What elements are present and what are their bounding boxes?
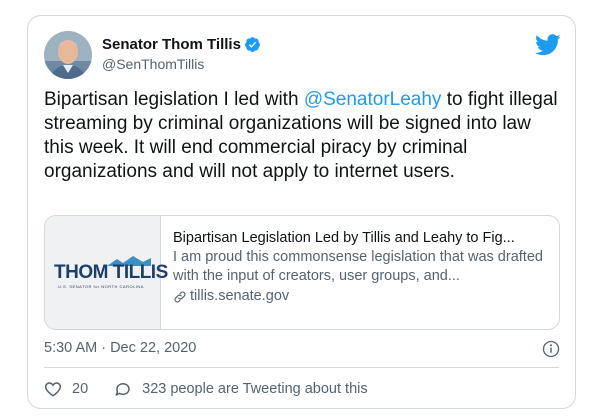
author-handle[interactable]: @SenThomTillis [102, 56, 204, 72]
tweet-timestamp[interactable]: 5:30 AM · Dec 22, 2020 [44, 340, 196, 356]
link-domain-text: tillis.senate.gov [190, 288, 290, 304]
link-preview-card[interactable]: THOM TILLIS U.S. SENATOR for NORTH CAROL… [44, 215, 560, 330]
divider [44, 367, 559, 368]
link-thumbnail: THOM TILLIS U.S. SENATOR for NORTH CAROL… [45, 216, 168, 329]
avatar[interactable] [44, 31, 92, 79]
link-description: I am proud this commonsense legislation … [173, 249, 543, 284]
tweet-card[interactable]: Senator Thom Tillis @SenThomTillis Bipar… [27, 15, 576, 409]
tweeting-about-text: 323 people are Tweeting about this [142, 381, 368, 397]
link-title: Bipartisan Legislation Led by Tillis and… [173, 230, 515, 246]
logo-text: THOM TILLIS [54, 262, 168, 283]
author-name[interactable]: Senator Thom Tillis [102, 36, 241, 53]
speech-bubble-icon [115, 383, 130, 396]
heart-icon [44, 382, 62, 397]
link-icon [174, 291, 186, 302]
twitter-bird-icon[interactable] [535, 34, 561, 56]
mention-link[interactable]: @SenatorLeahy [304, 89, 442, 110]
tweet-text: Bipartisan legislation I led with @Senat… [44, 88, 564, 184]
like-count: 20 [72, 381, 89, 397]
verified-badge-icon [244, 37, 260, 52]
info-icon[interactable] [542, 340, 560, 358]
link-domain: tillis.senate.gov [173, 287, 547, 306]
logo-subtext: U.S. SENATOR for NORTH CAROLINA [58, 284, 144, 289]
like-button[interactable]: 20 [44, 380, 114, 398]
tweet-text-part1: Bipartisan legislation I led with [44, 89, 304, 110]
tweeting-about-button[interactable]: 323 people are Tweeting about this [114, 380, 368, 398]
